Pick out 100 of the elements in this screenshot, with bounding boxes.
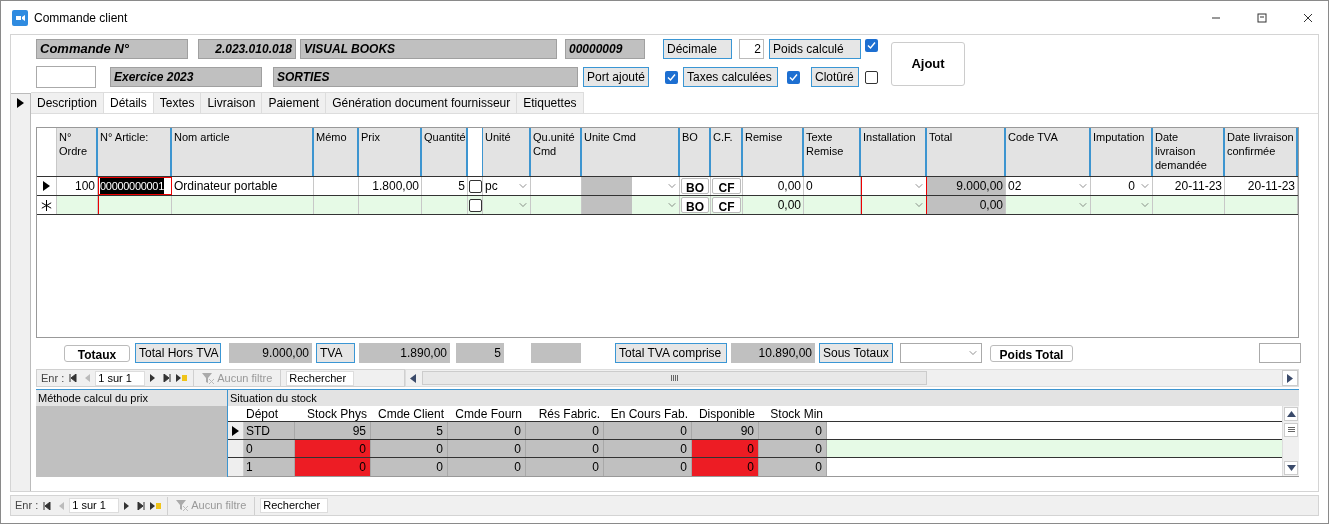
column-header[interactable]: Unité <box>483 128 531 176</box>
record-position-field[interactable]: 1 sur 1 <box>95 370 146 386</box>
table-cell: 0 <box>295 440 371 457</box>
column-header[interactable]: Nom article <box>172 128 314 176</box>
checkbox[interactable] <box>865 39 878 52</box>
decimals-field[interactable]: 2 <box>739 39 764 59</box>
column-header[interactable]: Date livraison confirmée <box>1225 128 1298 176</box>
next-record-icon[interactable] <box>124 501 130 510</box>
column-header[interactable]: Disponible <box>692 406 759 421</box>
horizontal-scrollbar[interactable] <box>405 369 1299 387</box>
tab[interactable]: Description <box>31 92 105 113</box>
table-cell: 0 <box>295 458 371 476</box>
table-cell: 5 <box>422 177 468 195</box>
table-cell: STD <box>244 422 295 439</box>
column-header[interactable]: Cmde Client <box>371 406 448 421</box>
first-record-icon[interactable] <box>43 501 52 510</box>
row-button[interactable]: CF <box>712 178 741 194</box>
table-cell: 0 <box>448 440 526 457</box>
row-button[interactable]: BO <box>681 197 709 213</box>
column-header[interactable]: Dépot <box>244 406 295 421</box>
column-header[interactable]: Code TVA <box>1006 128 1091 176</box>
column-header[interactable]: N° Article: <box>98 128 172 176</box>
scrollbar-thumb[interactable] <box>422 371 927 385</box>
table-cell: 0 <box>244 440 295 457</box>
table-cell: 0 <box>759 458 827 476</box>
close-icon[interactable] <box>1303 12 1313 23</box>
scroll-right-icon[interactable] <box>1287 373 1293 383</box>
column-header[interactable]: Remise <box>743 128 804 176</box>
record-position-field[interactable]: 1 sur 1 <box>69 498 120 513</box>
dropdown-field[interactable]: pc <box>483 177 531 195</box>
column-header[interactable]: N° Ordre <box>57 128 98 176</box>
last-record-icon[interactable] <box>137 501 146 510</box>
total-weight-field[interactable] <box>1259 343 1301 363</box>
column-header[interactable]: Rés Fabric. <box>526 406 604 421</box>
table-cell: 0 <box>526 422 604 439</box>
column-header[interactable]: Date livraison demandée <box>1153 128 1225 176</box>
row-button[interactable]: CF <box>712 197 741 213</box>
restore-icon[interactable] <box>1257 12 1267 23</box>
tab[interactable]: Etiquettes <box>517 92 584 113</box>
column-header[interactable]: Cmde Fourn <box>448 406 526 421</box>
column-header[interactable]: Quantité <box>422 128 468 176</box>
first-record-icon[interactable] <box>69 374 78 382</box>
tab[interactable]: Textes <box>153 92 202 113</box>
column-header[interactable]: C.F. <box>711 128 743 176</box>
scroll-left-icon[interactable] <box>410 373 416 383</box>
new-record-icon[interactable] <box>150 501 162 510</box>
taxes-calculated-label: Taxes calculées <box>683 67 778 87</box>
column-header[interactable]: Stock Min <box>759 406 827 421</box>
checkbox[interactable] <box>865 70 878 84</box>
subtotals-label: Sous Totaux <box>819 343 893 363</box>
column-header[interactable]: Texte Remise <box>804 128 861 176</box>
total-weight-button[interactable]: Poids Total <box>990 344 1073 362</box>
search-field[interactable]: Rechercher <box>260 498 329 513</box>
dropdown-field[interactable]: 0 <box>1091 177 1153 195</box>
column-header[interactable]: Total <box>927 128 1006 176</box>
checkbox[interactable] <box>787 70 800 84</box>
column-header[interactable]: Prix <box>359 128 422 176</box>
table-cell: 5 <box>371 422 448 439</box>
column-header[interactable]: Qu.unité Cmd <box>531 128 582 176</box>
gross-total-label: Total TVA comprise <box>615 343 727 363</box>
tab[interactable]: Détails <box>104 92 154 113</box>
next-record-icon[interactable] <box>150 374 156 382</box>
table-cell: 9.000,00 <box>927 177 1006 195</box>
scroll-up-icon[interactable] <box>1286 411 1296 417</box>
row-selector[interactable] <box>228 422 244 439</box>
table-cell: 0 <box>371 440 448 457</box>
checkbox[interactable] <box>468 179 482 193</box>
text-field[interactable] <box>36 66 96 88</box>
row-button[interactable]: BO <box>681 178 709 194</box>
table-cell: 0 <box>804 177 861 195</box>
table-cell: 0 <box>692 440 759 457</box>
table-cell: 0 <box>692 458 759 476</box>
table-cell: 90 <box>692 422 759 439</box>
fiscal-year: Exercice 2023 <box>110 67 262 87</box>
column-header[interactable]: Unite Cmd <box>582 128 680 176</box>
scroll-down-icon[interactable] <box>1286 465 1296 471</box>
empty-total-field <box>531 343 581 363</box>
totals-button[interactable]: Totaux <box>64 344 130 362</box>
column-header[interactable]: Installation <box>861 128 927 176</box>
vat-label: TVA <box>316 343 355 363</box>
column-header[interactable]: Imputation <box>1091 128 1153 176</box>
add-button[interactable]: Ajout <box>891 42 965 86</box>
table-cell: 100 <box>57 177 98 195</box>
checkbox[interactable] <box>665 70 678 84</box>
closed-label: Clotûré <box>811 67 859 87</box>
column-header[interactable]: BO <box>680 128 711 176</box>
dropdown-field[interactable] <box>582 196 680 214</box>
tab[interactable]: Génération document fournisseur <box>326 92 518 113</box>
dropdown-field[interactable]: 02 <box>1006 177 1091 195</box>
checkbox[interactable] <box>468 198 482 212</box>
new-record-icon[interactable] <box>176 374 188 382</box>
column-header[interactable]: Mémo <box>314 128 359 176</box>
vertical-scrollbar[interactable] <box>1282 406 1299 476</box>
tab[interactable]: Paiement <box>262 92 327 113</box>
column-header[interactable]: En Cours Fab. <box>604 406 692 421</box>
search-field[interactable]: Rechercher <box>286 370 355 386</box>
last-record-icon[interactable] <box>163 374 172 382</box>
tab[interactable]: Livraison <box>201 92 263 113</box>
column-header[interactable]: Stock Phys <box>295 406 371 421</box>
dropdown-field[interactable] <box>582 177 680 195</box>
